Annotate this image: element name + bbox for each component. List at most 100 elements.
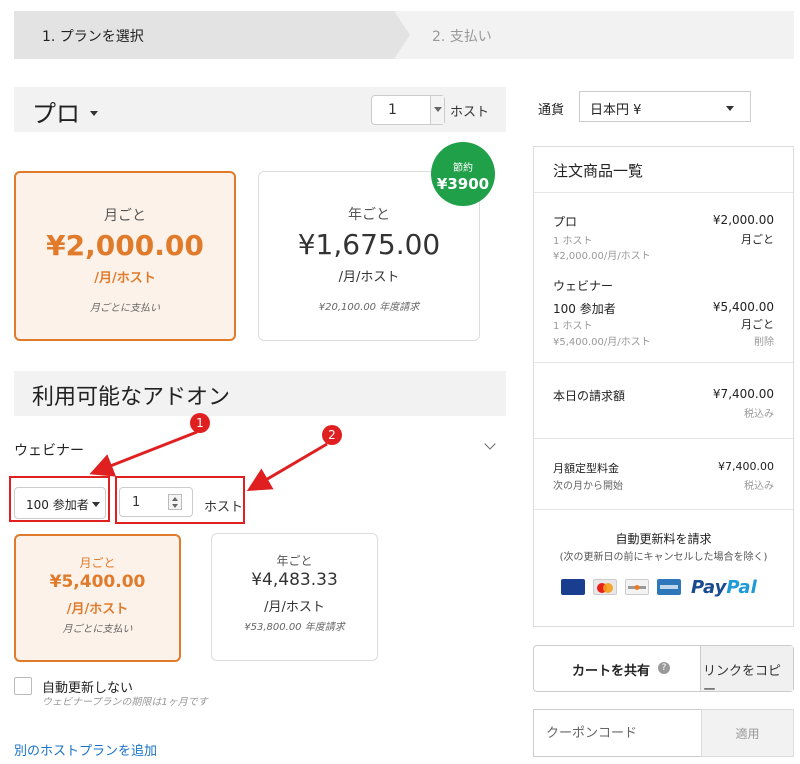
- step-2-label: 2. 支払い: [432, 29, 492, 45]
- divider: [534, 509, 793, 510]
- discover-dot-icon: [628, 585, 646, 590]
- caret-down-icon: [434, 107, 442, 112]
- share-cart: カートを共有 ? リンクをコピー: [533, 645, 794, 698]
- currency-label: 通貨: [538, 103, 565, 118]
- auto-renew-note: (次の更新日の前にキャンセルした場合を除く): [559, 552, 768, 563]
- plan-name[interactable]: プロ: [32, 94, 80, 129]
- participants-select[interactable]: 100 参加者: [14, 487, 106, 519]
- paypal-logo-part2: Pal: [726, 577, 757, 598]
- card-note: 月ごとに支払い: [62, 624, 133, 635]
- caret-down-icon[interactable]: [90, 111, 98, 116]
- order-item-unit: ¥5,400.00/月/ホスト: [553, 337, 651, 348]
- annotation-arrow-1: [89, 430, 198, 477]
- card-unit: /月/ホスト: [94, 271, 156, 286]
- paypal-logo-part1: Pay: [691, 577, 727, 598]
- step-1-label: 1. プランを選択: [42, 29, 144, 45]
- order-item-price: ¥5,400.00: [712, 300, 774, 314]
- coupon-field: [533, 709, 701, 757]
- divider: [534, 362, 793, 363]
- currency-select[interactable]: 日本円 ¥: [579, 91, 751, 122]
- card-title: 年ごと: [276, 554, 313, 568]
- share-cart-section: カートを共有 ?: [534, 646, 700, 691]
- webinar-host-stepper[interactable]: 1: [119, 487, 193, 517]
- divider: [534, 438, 793, 439]
- card-note: ¥53,800.00 年度請求: [244, 622, 345, 633]
- mastercard-card-icon: [593, 579, 617, 595]
- addons-title: 利用可能なアドオン: [32, 385, 231, 410]
- card-title: 月ごと: [79, 556, 116, 570]
- currency-value: 日本円 ¥: [590, 103, 642, 118]
- webinar-host-unit-label: ホスト: [204, 500, 244, 515]
- copy-link-button[interactable]: リンクをコピー: [700, 646, 793, 698]
- monthly-fee-label: 月額定型料金: [553, 462, 619, 475]
- no-auto-renew-note: ウェビナープランの期限は1ヶ月です: [42, 697, 208, 708]
- today-charge-amount: ¥7,400.00: [712, 387, 774, 401]
- coupon-input[interactable]: [534, 710, 700, 756]
- card-price: ¥4,483.33: [251, 570, 338, 590]
- dropdown-toggle[interactable]: [430, 96, 444, 124]
- plan-header: プロ 1 ホスト: [14, 87, 506, 132]
- spinner-buttons[interactable]: [168, 494, 182, 510]
- chevron-down-icon[interactable]: [484, 438, 496, 450]
- card-price: ¥2,000.00: [46, 229, 204, 262]
- card-note: 月ごとに支払い: [90, 303, 160, 314]
- order-item-period: 月ごと: [741, 233, 774, 246]
- webinar-label: ウェビナー: [14, 443, 84, 459]
- card-unit: /月/ホスト: [66, 602, 129, 617]
- card-unit: /月/ホスト: [338, 270, 400, 285]
- order-item-name: 100 参加者: [553, 302, 616, 316]
- paypal-logo: PayPal: [691, 577, 757, 598]
- card-note: ¥20,100.00 年度請求: [318, 302, 420, 313]
- order-summary: 注文商品一覧 プロ ¥2,000.00 1 ホスト 月ごと ¥2,000.00/…: [533, 146, 794, 627]
- discover-card-icon: [625, 579, 649, 595]
- participants-value: 100 参加者: [26, 498, 89, 512]
- card-price: ¥5,400.00: [49, 572, 146, 592]
- monthly-fee-start: 次の月から開始: [553, 481, 623, 492]
- visa-card-icon: [561, 579, 585, 595]
- caret-down-icon: [726, 106, 734, 111]
- spinner-up-icon[interactable]: [172, 497, 178, 501]
- checkout-steps: 1. プランを選択 2. 支払い: [14, 11, 794, 59]
- order-addon-header: ウェビナー: [553, 279, 614, 293]
- amex-card-icon: [657, 579, 681, 595]
- amex-lines-icon: [660, 585, 678, 589]
- card-title: 月ごと: [104, 208, 146, 224]
- copy-link-label: リンクをコピー: [703, 664, 782, 698]
- monthly-fee-tax: 税込み: [744, 481, 774, 492]
- addons-header: 利用可能なアドオン: [14, 371, 506, 416]
- remove-addon-link[interactable]: 削除: [754, 333, 774, 348]
- host-quantity-select[interactable]: 1: [371, 95, 445, 125]
- auto-renew-title: 自動更新料を請求: [615, 532, 712, 546]
- host-unit-label: ホスト: [450, 105, 490, 120]
- spinner-down-icon[interactable]: [172, 504, 178, 508]
- today-charge-label: 本日の請求額: [553, 389, 626, 403]
- order-summary-header: 注文商品一覧: [534, 147, 793, 193]
- share-cart-label: カートを共有: [572, 664, 651, 679]
- apply-coupon-button[interactable]: 適用: [701, 709, 794, 757]
- annotation-marker-1: 1: [190, 413, 210, 433]
- plan-card-monthly[interactable]: 月ごと ¥2,000.00 /月/ホスト 月ごとに支払い: [14, 171, 236, 341]
- webinar-card-monthly[interactable]: 月ごと ¥5,400.00 /月/ホスト 月ごとに支払い: [14, 534, 181, 662]
- today-charge-tax: 税込み: [744, 409, 774, 420]
- step-arrow: [394, 11, 410, 59]
- add-host-plan-link[interactable]: 別のホストプランを追加: [14, 740, 157, 759]
- host-quantity-value: 1: [388, 102, 397, 118]
- apply-coupon-label: 適用: [735, 727, 760, 741]
- savings-badge: 節約 ¥3900: [431, 142, 495, 206]
- webinar-card-yearly[interactable]: 年ごと ¥4,483.33 /月/ホスト ¥53,800.00 年度請求: [211, 533, 378, 661]
- savings-badge-label: 節約: [453, 163, 473, 174]
- card-title: 年ごと: [348, 207, 390, 223]
- order-item-hosts: 1 ホスト: [553, 236, 593, 247]
- order-summary-title: 注文商品一覧: [553, 162, 644, 180]
- savings-badge-amount: ¥3900: [436, 175, 490, 193]
- caret-down-icon: [92, 502, 100, 507]
- monthly-fee-amount: ¥7,400.00: [718, 460, 774, 473]
- no-auto-renew-checkbox[interactable]: [14, 677, 32, 695]
- order-item-name: プロ: [553, 215, 578, 229]
- card-price: ¥1,675.00: [297, 228, 441, 261]
- order-item-period: 月ごと: [741, 318, 774, 331]
- help-icon[interactable]: ?: [658, 662, 670, 674]
- mastercard-circles-icon: [597, 583, 613, 593]
- order-item-hosts: 1 ホスト: [553, 321, 593, 332]
- annotation-arrow-2: [246, 442, 328, 492]
